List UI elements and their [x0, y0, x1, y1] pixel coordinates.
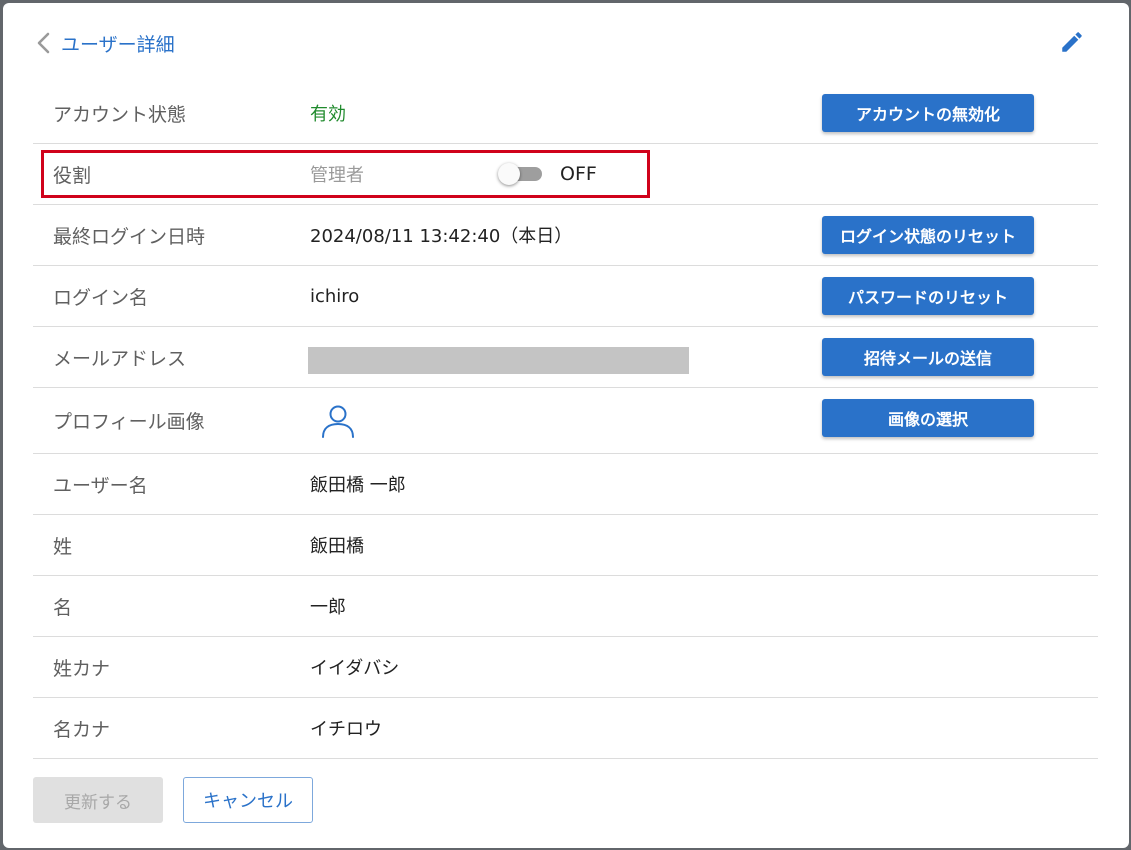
row-label: 名カナ — [53, 718, 111, 741]
first-name-value: 一郎 — [310, 597, 346, 618]
update-button[interactable]: 更新する — [33, 777, 163, 823]
row-account-status: アカウント状態 有効 アカウントの無効化 — [33, 83, 1098, 144]
account-status-value: 有効 — [310, 104, 346, 125]
row-login-name: ログイン名 ichiro パスワードのリセット — [33, 266, 1098, 327]
row-role: 役割 管理者 OFF — [33, 144, 1098, 205]
first-name-kana-value: イチロウ — [310, 719, 382, 740]
deactivate-account-button[interactable]: アカウントの無効化 — [822, 94, 1034, 132]
row-label: 姓 — [53, 535, 73, 558]
back-button[interactable]: ユーザー詳細 — [33, 29, 175, 57]
row-first-name-kana: 名カナ イチロウ — [33, 698, 1098, 759]
chevron-left-icon — [37, 32, 50, 54]
row-last-name: 姓 飯田橋 — [33, 515, 1098, 576]
reset-login-state-button[interactable]: ログイン状態のリセット — [822, 216, 1034, 254]
row-label: ログイン名 — [53, 286, 149, 309]
user-detail-dialog: ユーザー詳細 アカウント状態 有効 アカウントの無効化 役割 管理者 OFF 最… — [3, 3, 1129, 848]
pencil-icon — [1062, 32, 1082, 52]
row-email: メールアドレス 招待メールの送信 — [33, 327, 1098, 388]
row-label: 名 — [53, 596, 73, 619]
row-label: アカウント状態 — [53, 103, 187, 126]
row-first-name: 名 一郎 — [33, 576, 1098, 637]
user-detail-list: アカウント状態 有効 アカウントの無効化 役割 管理者 OFF 最終ログイン日時… — [33, 83, 1098, 759]
last-login-value: 2024/08/11 13:42:40（本日） — [310, 226, 573, 247]
login-name-value: ichiro — [310, 285, 360, 307]
row-label: 姓カナ — [53, 657, 111, 680]
row-label: 最終ログイン日時 — [53, 225, 206, 248]
row-last-login: 最終ログイン日時 2024/08/11 13:42:40（本日） ログイン状態の… — [33, 205, 1098, 266]
user-icon — [322, 405, 354, 438]
row-label: メールアドレス — [53, 347, 187, 370]
user-name-value: 飯田橋 一郎 — [310, 475, 406, 496]
page-title: ユーザー詳細 — [61, 33, 175, 56]
send-invite-button[interactable]: 招待メールの送信 — [822, 338, 1034, 376]
row-label: ユーザー名 — [53, 474, 148, 497]
highlight-box — [41, 150, 650, 198]
row-label: プロフィール画像 — [53, 411, 205, 433]
select-image-button[interactable]: 画像の選択 — [822, 399, 1034, 437]
email-redacted — [308, 347, 689, 374]
reset-password-button[interactable]: パスワードのリセット — [822, 277, 1034, 315]
edit-button[interactable] — [1057, 27, 1087, 57]
row-last-name-kana: 姓カナ イイダバシ — [33, 637, 1098, 698]
row-user-name: ユーザー名 飯田橋 一郎 — [33, 454, 1098, 515]
last-name-value: 飯田橋 — [310, 536, 364, 557]
row-profile-image: プロフィール画像 画像の選択 — [33, 388, 1098, 454]
last-name-kana-value: イイダバシ — [310, 658, 400, 679]
dialog-header: ユーザー詳細 — [3, 3, 1129, 83]
cancel-button[interactable]: キャンセル — [183, 777, 313, 823]
